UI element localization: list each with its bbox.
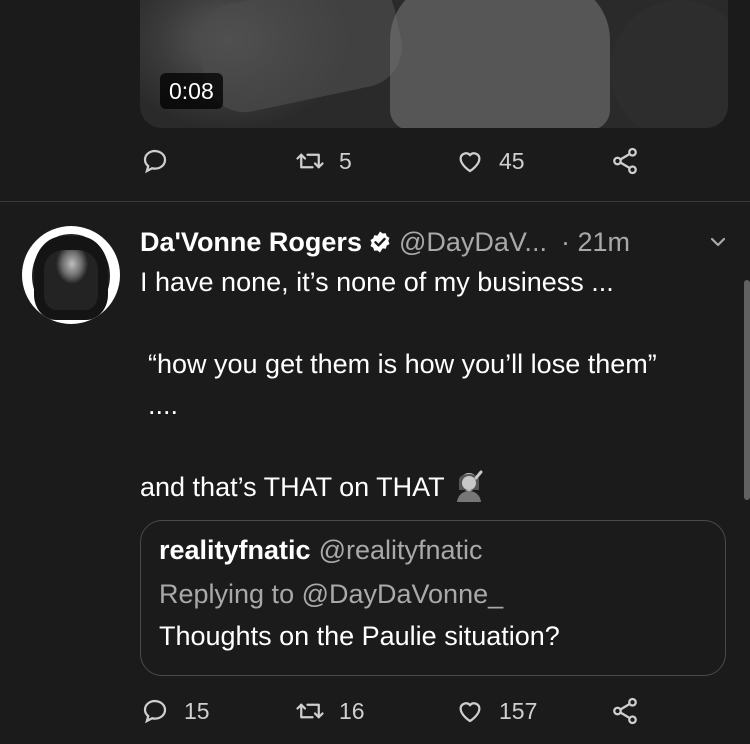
chevron-down-icon[interactable] xyxy=(706,230,730,254)
author-name[interactable]: Da'Vonne Rogers xyxy=(140,227,362,258)
tweet-actions: 15 16 157 xyxy=(140,696,660,736)
woman-shrugging-icon xyxy=(456,470,483,502)
retweet-count: 16 xyxy=(339,697,365,724)
reply-button[interactable]: 15 xyxy=(140,696,210,726)
quoted-author-handle: @realityfnatic xyxy=(318,535,483,565)
author-handle[interactable]: @DayDaV... xyxy=(399,227,547,258)
video-frame-shape xyxy=(190,0,410,120)
retweet-icon xyxy=(296,703,324,719)
video-thumbnail[interactable]: 0:08 xyxy=(140,0,728,128)
like-button[interactable]: 45 xyxy=(455,146,525,176)
tweet-line-last: and that’s THAT on THAT xyxy=(140,467,730,508)
quoted-author-name: realityfnatic xyxy=(159,535,311,565)
like-count: 45 xyxy=(499,147,525,174)
share-button[interactable] xyxy=(610,146,640,176)
tweet-line: “how you get them is how you’ll lose the… xyxy=(148,349,657,420)
avatar[interactable] xyxy=(22,226,120,324)
replying-to-label: Replying to @DayDaVonne_ xyxy=(159,579,504,609)
reply-icon xyxy=(143,149,167,174)
heart-icon xyxy=(459,702,481,723)
reply-button[interactable] xyxy=(140,146,184,176)
retweet-button[interactable]: 16 xyxy=(295,696,365,726)
top-tweet-actions: 5 45 xyxy=(140,146,660,186)
quoted-tweet-text: Thoughts on the Paulie situation? xyxy=(159,621,560,651)
like-count: 157 xyxy=(499,697,538,724)
reply-count: 15 xyxy=(184,697,210,724)
tweet-timestamp[interactable]: · 21m xyxy=(561,227,630,258)
verified-badge-icon xyxy=(370,231,390,253)
share-button[interactable] xyxy=(610,696,640,726)
tweet-text: I have none, it’s none of my business ..… xyxy=(140,262,730,508)
video-duration-badge: 0:08 xyxy=(160,73,223,109)
video-frame-shape xyxy=(610,0,728,128)
like-button[interactable]: 157 xyxy=(455,696,537,726)
retweet-count: 5 xyxy=(339,147,352,174)
avatar-photo-hair xyxy=(34,236,108,320)
video-frame-shape xyxy=(390,0,610,128)
share-icon xyxy=(613,147,637,175)
retweet-icon xyxy=(296,153,324,169)
tweet-header: Da'Vonne Rogers @DayDaV... · 21m xyxy=(140,222,630,262)
share-icon xyxy=(613,697,637,725)
tweet-line: I have none, it’s none of my business ..… xyxy=(140,267,614,297)
scrollbar[interactable] xyxy=(744,280,750,500)
tweet-line: and that’s THAT on THAT xyxy=(140,472,445,502)
reply-icon xyxy=(143,699,167,724)
tweet-divider xyxy=(0,201,750,202)
heart-icon xyxy=(459,152,481,173)
retweet-button[interactable]: 5 xyxy=(295,146,352,176)
quoted-tweet[interactable]: realityfnatic @realityfnatic Replying to … xyxy=(140,520,726,676)
quoted-author: realityfnatic @realityfnatic xyxy=(159,535,483,566)
